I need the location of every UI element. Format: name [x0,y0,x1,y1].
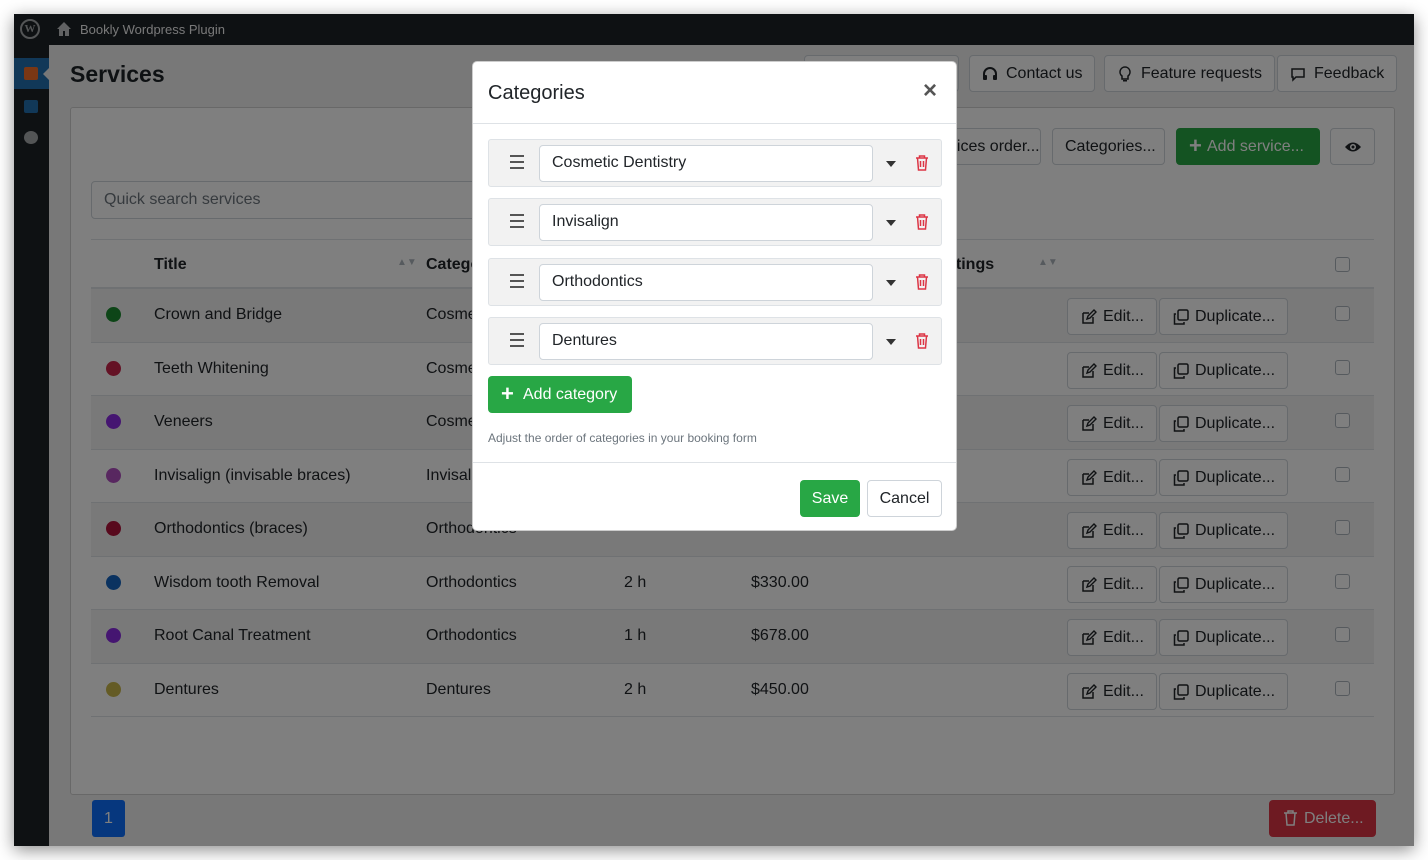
modal-header: Categories × [473,62,956,124]
trash-icon[interactable] [915,333,929,349]
trash-icon[interactable] [915,214,929,231]
modal-footer-divider [473,462,956,463]
add-category-label: Add category [523,386,618,403]
drag-handle-icon[interactable] [510,273,524,290]
close-icon[interactable]: × [923,79,937,103]
trash-icon[interactable] [915,155,929,171]
category-name-input[interactable]: Cosmetic Dentistry [539,145,873,182]
browser-window: W Bookly Wordpress Plugin Services Conta… [14,14,1414,846]
category-name-input[interactable]: Orthodontics [539,263,873,301]
trash-icon[interactable] [915,273,929,290]
add-category-button[interactable]: Add category [488,375,632,413]
category-name-input[interactable]: Dentures [539,322,873,360]
modal-hint: Adjust the order of categories in your b… [488,431,757,445]
drag-handle-icon[interactable] [510,332,524,349]
category-name-input[interactable]: Invisalign [539,204,873,242]
drag-handle-icon[interactable] [510,214,524,230]
caret-down-icon[interactable] [886,161,896,167]
cancel-button[interactable]: Cancel [867,480,942,517]
categories-modal: Categories × Cosmetic Dentistry Invisalig… [472,61,957,531]
category-item: Dentures [488,316,942,365]
save-button[interactable]: Save [800,480,860,517]
caret-down-icon[interactable] [886,279,896,286]
drag-handle-icon[interactable] [510,155,524,171]
caret-down-icon[interactable] [886,220,896,227]
category-item: Cosmetic Dentistry [488,139,942,187]
category-item: Invisalign [488,198,942,247]
modal-title: Categories [488,82,585,104]
category-item: Orthodontics [488,257,942,306]
caret-down-icon[interactable] [886,338,896,345]
